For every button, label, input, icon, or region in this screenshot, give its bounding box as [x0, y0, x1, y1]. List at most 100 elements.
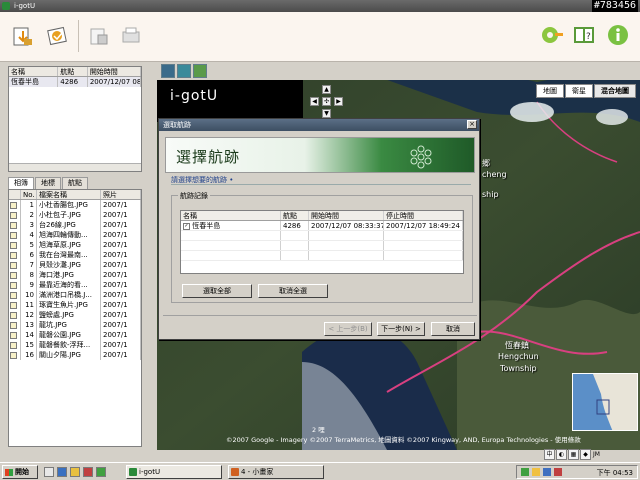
column-header-points[interactable]: 航點 — [58, 67, 88, 76]
dialog-col-name[interactable]: 名稱 — [181, 211, 281, 220]
ime-mode-icon[interactable]: 中 — [544, 449, 555, 460]
dialog-track-row[interactable]: ✓ 恆春半島 4286 2007/12/07 08:33:37 2007/12/… — [181, 221, 463, 231]
quicklaunch-desktop-icon[interactable] — [44, 467, 54, 477]
photo-date: 2007/1 — [101, 320, 141, 330]
photo-type-icon[interactable] — [10, 341, 17, 349]
photo-row[interactable]: 2 小杜包子.JPG 2007/1 — [9, 210, 141, 220]
photo-type-icon[interactable] — [10, 241, 17, 249]
photo-type-icon[interactable] — [10, 211, 17, 219]
ime-shape-icon[interactable]: ◐ — [556, 449, 567, 460]
photo-date: 2007/1 — [101, 290, 141, 300]
tab-waypoints[interactable]: 航點 — [62, 177, 88, 189]
pan-left-icon[interactable]: ◀ — [310, 97, 319, 106]
quicklaunch-folder-icon[interactable] — [70, 467, 80, 477]
photo-row[interactable]: 5 旭海草原.JPG 2007/1 — [9, 240, 141, 250]
info-icon — [608, 25, 628, 45]
quicklaunch-app2-icon[interactable] — [96, 467, 106, 477]
dialog-col-points[interactable]: 航點 — [281, 211, 309, 220]
photo-row[interactable]: 3 台26線.JPG 2007/1 — [9, 220, 141, 230]
tray-app-icon[interactable] — [554, 468, 562, 476]
photo-row[interactable]: 16 關山夕陽.JPG 2007/1 — [9, 350, 141, 360]
track-checkbox[interactable]: ✓ — [183, 222, 190, 230]
tray-network-icon[interactable] — [521, 468, 529, 476]
photo-type-icon[interactable] — [10, 311, 17, 319]
photo-row[interactable]: 9 最靠近海的看... 2007/1 — [9, 280, 141, 290]
map-tool-button-1[interactable] — [161, 64, 175, 78]
photo-row[interactable]: 12 鹽螃處.JPG 2007/1 — [9, 310, 141, 320]
layer-map-button[interactable]: 地圖 — [536, 84, 564, 98]
tab-albums[interactable]: 相簿 — [8, 177, 34, 189]
photo-type-icon[interactable] — [10, 331, 17, 339]
photo-row[interactable]: 6 我在台灣最南... 2007/1 — [9, 250, 141, 260]
dialog-col-start[interactable]: 開始時間 — [309, 211, 384, 220]
dialog-col-stop[interactable]: 停止時間 — [384, 211, 463, 220]
back-button[interactable]: < 上一步(B) — [324, 322, 372, 336]
pan-center-icon[interactable]: ✣ — [322, 97, 331, 106]
photo-type-cell — [9, 210, 21, 220]
pan-up-icon[interactable]: ▲ — [322, 85, 331, 94]
photo-date: 2007/1 — [101, 280, 141, 290]
tray-security-icon[interactable] — [543, 468, 551, 476]
photo-row[interactable]: 13 龍坑.JPG 2007/1 — [9, 320, 141, 330]
photo-type-icon[interactable] — [10, 321, 17, 329]
track-row[interactable]: 恆春半島 4286 2007/12/07 08:33 — [9, 77, 141, 87]
info-button[interactable] — [606, 23, 630, 47]
photo-row[interactable]: 15 龍磐餐飲-浮拜... 2007/1 — [9, 340, 141, 350]
column-header-name[interactable]: 名稱 — [9, 67, 59, 76]
photo-type-icon[interactable] — [10, 231, 17, 239]
photo-type-icon[interactable] — [10, 281, 17, 289]
layer-satellite-button[interactable]: 衛星 — [565, 84, 593, 98]
photo-row[interactable]: 10 滿洲港口吊橋.J... 2007/1 — [9, 290, 141, 300]
photo-row[interactable]: 14 龍磐公園.JPG 2007/1 — [9, 330, 141, 340]
select-all-button[interactable]: 選取全部 — [182, 284, 252, 298]
photo-type-icon[interactable] — [10, 251, 17, 259]
track-list-scrollbar[interactable] — [9, 163, 141, 171]
photo-row[interactable]: 8 海口港.JPG 2007/1 — [9, 270, 141, 280]
photo-type-icon[interactable] — [10, 351, 17, 359]
next-button[interactable]: 下一步(N) > — [377, 322, 425, 336]
ime-settings-icon[interactable]: ◆ — [580, 449, 591, 460]
photo-type-icon[interactable] — [10, 301, 17, 309]
task-paint[interactable]: 4 - 小畫家 — [228, 465, 324, 479]
map-overview[interactable] — [572, 373, 638, 431]
map-pan-control: ▲ ◀ ✣ ▶ ▼ — [310, 85, 344, 119]
pan-down-icon[interactable]: ▼ — [322, 109, 331, 118]
help-button[interactable]: ? — [572, 23, 596, 47]
photo-type-icon[interactable] — [10, 201, 17, 209]
ime-pad-icon[interactable]: ▦ — [568, 449, 579, 460]
deselect-all-button[interactable]: 取消全選 — [258, 284, 328, 298]
photo-row[interactable]: 11 琢寶生魚片.JPG 2007/1 — [9, 300, 141, 310]
photo-date: 2007/1 — [101, 240, 141, 250]
cancel-button[interactable]: 取消 — [431, 322, 475, 336]
photo-type-icon[interactable] — [10, 221, 17, 229]
map-tool-button-2[interactable] — [177, 64, 191, 78]
export-button[interactable] — [84, 21, 114, 51]
quicklaunch-browser-icon[interactable] — [57, 467, 67, 477]
column-header-check[interactable] — [9, 190, 21, 199]
settings-button[interactable] — [540, 23, 564, 47]
quicklaunch-app-icon[interactable] — [83, 467, 93, 477]
photo-row[interactable]: 1 小杜香腸包.JPG 2007/1 — [9, 200, 141, 210]
task-igotu[interactable]: i-gotU — [126, 465, 222, 479]
column-header-filename[interactable]: 檔案名稱 — [37, 190, 101, 199]
download-button[interactable] — [8, 21, 38, 51]
tab-landmarks[interactable]: 地標 — [35, 177, 61, 189]
column-header-start[interactable]: 開始時間 — [88, 67, 141, 76]
print-button[interactable] — [116, 21, 146, 51]
start-button[interactable]: 開始 — [2, 465, 38, 479]
photo-date: 2007/1 — [101, 350, 141, 360]
photo-row[interactable]: 7 貝殼沙灘.JPG 2007/1 — [9, 260, 141, 270]
column-header-photo-date[interactable]: 照片 — [101, 190, 141, 199]
photo-sync-button[interactable] — [42, 21, 72, 51]
map-tool-button-3[interactable] — [193, 64, 207, 78]
photo-row[interactable]: 4 旭海四輪傳動... 2007/1 — [9, 230, 141, 240]
map-label-hengchun-zh: 恆春鎮 — [505, 341, 529, 350]
photo-type-icon[interactable] — [10, 271, 17, 279]
column-header-no[interactable]: No. — [21, 190, 37, 199]
dialog-close-button[interactable]: × — [467, 120, 477, 129]
pan-right-icon[interactable]: ▶ — [334, 97, 343, 106]
photo-type-icon[interactable] — [10, 291, 17, 299]
tray-volume-icon[interactable] — [532, 468, 540, 476]
photo-type-icon[interactable] — [10, 261, 17, 269]
layer-hybrid-button[interactable]: 混合地圖 — [594, 84, 636, 98]
